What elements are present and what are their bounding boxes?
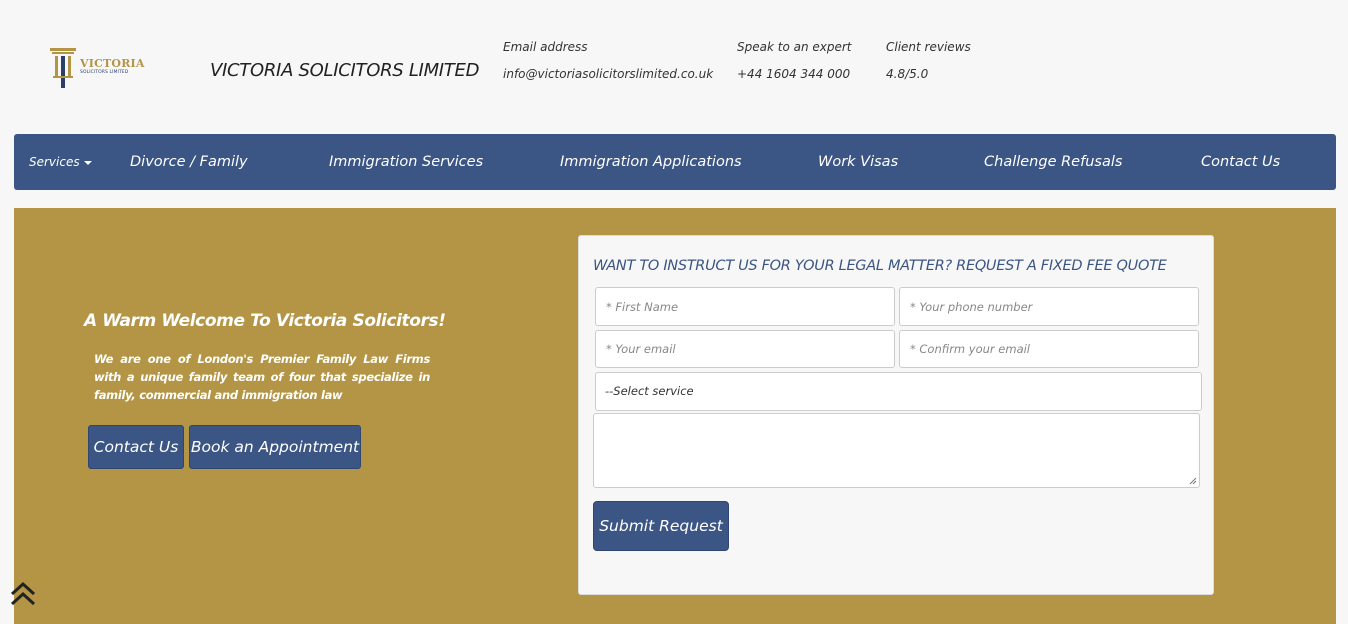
- nav-work-visas[interactable]: Work Visas: [818, 134, 898, 190]
- nav-services-dropdown[interactable]: Services: [29, 134, 92, 190]
- logo-text: VICTORIA: [80, 57, 145, 70]
- email-label: Email address: [503, 40, 588, 54]
- nav-challenge-refusals[interactable]: Challenge Refusals: [984, 134, 1122, 190]
- message-textarea[interactable]: [593, 413, 1200, 488]
- phone-number-input[interactable]: [899, 287, 1199, 326]
- caret-down-icon: [83, 160, 92, 165]
- company-logo[interactable]: VICTORIA SOLICITORS LIMITED: [48, 46, 144, 90]
- company-name: VICTORIA SOLICITORS LIMITED: [210, 60, 480, 81]
- hero-section: A Warm Welcome To Victoria Solicitors! W…: [14, 208, 1336, 624]
- nav-contact-us[interactable]: Contact Us: [1201, 134, 1280, 190]
- quote-form-card: WANT TO INSTRUCT US FOR YOUR LEGAL MATTE…: [578, 235, 1214, 595]
- phone-label: Speak to an expert: [737, 40, 852, 54]
- intro-text: We are one of London's Premier Family La…: [94, 352, 430, 402]
- nav-immigration-services[interactable]: Immigration Services: [329, 134, 483, 190]
- reviews-rating: 4.8/5.0: [886, 67, 929, 81]
- logo-subtext: SOLICITORS LIMITED: [80, 70, 129, 75]
- first-name-input[interactable]: [595, 287, 895, 326]
- double-chevron-up-icon[interactable]: [10, 581, 36, 607]
- service-select[interactable]: --Select service: [595, 372, 1202, 411]
- service-select-value: --Select service: [605, 384, 694, 398]
- email-input[interactable]: [595, 330, 895, 368]
- phone-link[interactable]: +44 1604 344 000: [737, 67, 852, 81]
- phone-info: Speak to an expert +44 1604 344 000: [737, 40, 852, 81]
- resize-grip-icon[interactable]: [1189, 477, 1197, 485]
- email-link[interactable]: info@victoriasolicitorslimited.co.uk: [503, 67, 713, 81]
- main-navbar: Services Divorce / Family Immigration Se…: [14, 134, 1336, 190]
- email-info: Email address info@victoriasolicitorslim…: [503, 40, 713, 81]
- reviews-label: Client reviews: [886, 40, 971, 54]
- site-header: VICTORIA SOLICITORS LIMITED VICTORIA SOL…: [0, 0, 1348, 134]
- submit-request-button[interactable]: Submit Request: [593, 501, 729, 551]
- confirm-email-input[interactable]: [899, 330, 1199, 368]
- contact-us-button[interactable]: Contact Us: [88, 425, 184, 469]
- nav-divorce-family[interactable]: Divorce / Family: [130, 134, 248, 190]
- nav-services-label: Services: [29, 155, 80, 169]
- quote-form-title: WANT TO INSTRUCT US FOR YOUR LEGAL MATTE…: [593, 258, 1167, 274]
- welcome-heading: A Warm Welcome To Victoria Solicitors!: [84, 311, 446, 331]
- reviews-info: Client reviews 4.8/5.0: [886, 40, 971, 81]
- pillar-logo-icon: [50, 48, 76, 88]
- nav-immigration-applications[interactable]: Immigration Applications: [560, 134, 742, 190]
- book-appointment-button[interactable]: Book an Appointment: [189, 425, 361, 469]
